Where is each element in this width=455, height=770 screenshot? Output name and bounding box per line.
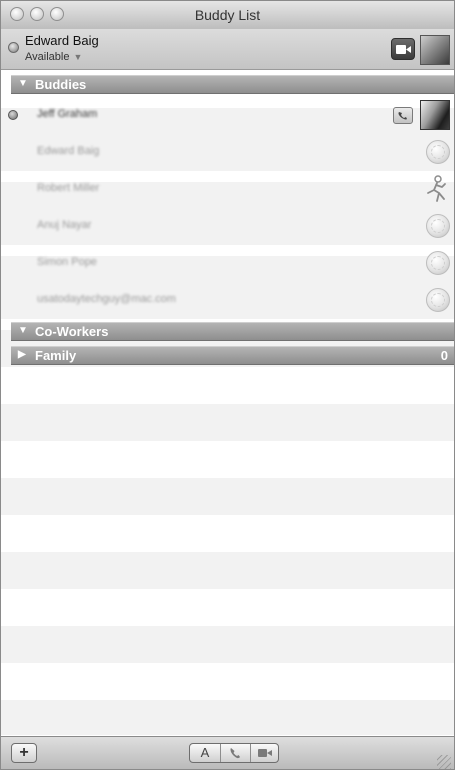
buddy-row[interactable]: Robert Miller bbox=[1, 171, 454, 208]
add-buddy-button[interactable]: + bbox=[11, 743, 37, 763]
group-header-family[interactable]: ▶ Family 0 bbox=[11, 346, 454, 365]
my-status-dot-icon bbox=[8, 42, 19, 53]
disclosure-triangle-closed-icon[interactable]: ▶ bbox=[18, 349, 26, 360]
video-camera-icon[interactable] bbox=[391, 38, 415, 60]
buddy-name: usatodaytechguy@mac.com bbox=[37, 293, 176, 305]
globe-buddy-icon bbox=[426, 288, 450, 312]
group-header-buddies[interactable]: ▼ Buddies bbox=[11, 75, 454, 94]
globe-buddy-icon bbox=[426, 214, 450, 238]
buddy-row[interactable]: usatodaytechguy@mac.com bbox=[1, 282, 454, 319]
globe-buddy-icon bbox=[426, 251, 450, 275]
title-bar[interactable]: Buddy List bbox=[1, 1, 454, 30]
group-name: Family bbox=[35, 348, 77, 363]
my-buddy-picture[interactable] bbox=[420, 35, 450, 65]
buddy-row[interactable]: Edward Baig bbox=[1, 134, 454, 171]
group-header-co-workers[interactable]: ▼ Co-Workers bbox=[11, 322, 454, 341]
buddy-list: ▼ Buddies Jeff Graham Edward Baig Robert… bbox=[1, 71, 454, 735]
buddy-name: Jeff Graham bbox=[37, 108, 98, 120]
resize-grip-icon[interactable] bbox=[437, 755, 451, 769]
my-name: Edward Baig bbox=[25, 33, 99, 48]
my-status-label: Available bbox=[25, 51, 70, 63]
window-title: Buddy List bbox=[194, 7, 261, 23]
text-chat-button[interactable]: A bbox=[190, 744, 221, 762]
phone-icon bbox=[230, 748, 240, 759]
group-name: Buddies bbox=[35, 77, 87, 92]
aim-running-man-icon bbox=[427, 175, 446, 202]
buddy-name: Edward Baig bbox=[37, 145, 100, 157]
video-camera-icon bbox=[258, 749, 272, 757]
status-dot-icon bbox=[8, 110, 18, 120]
buddy-row[interactable]: Anuj Nayar bbox=[1, 208, 454, 245]
globe-buddy-icon bbox=[426, 140, 450, 164]
disclosure-triangle-open-icon[interactable]: ▼ bbox=[18, 78, 28, 89]
buddy-name: Anuj Nayar bbox=[37, 219, 92, 231]
buddy-name: Robert Miller bbox=[37, 182, 100, 194]
video-chat-button[interactable] bbox=[250, 744, 280, 762]
chat-mode-segmented-control: A bbox=[189, 743, 279, 763]
my-status-panel: Edward Baig Available ▼ bbox=[1, 29, 454, 70]
buddy-list-window: Buddy List Edward Baig Available ▼ ▼ Budd… bbox=[0, 0, 455, 770]
buddy-picture bbox=[420, 100, 450, 130]
buddy-name: Simon Pope bbox=[37, 256, 97, 268]
audio-chat-button[interactable] bbox=[220, 744, 251, 762]
buddy-row[interactable]: Jeff Graham bbox=[1, 97, 454, 134]
buddy-row[interactable]: Simon Pope bbox=[1, 245, 454, 282]
disclosure-triangle-open-icon[interactable]: ▼ bbox=[18, 325, 28, 336]
bottom-toolbar: + A bbox=[1, 736, 454, 769]
phone-icon[interactable] bbox=[393, 107, 413, 124]
group-count: 0 bbox=[440, 348, 448, 363]
group-name: Co-Workers bbox=[35, 324, 109, 339]
chevron-down-icon: ▼ bbox=[73, 52, 83, 62]
my-status-menu[interactable]: Available ▼ bbox=[25, 51, 82, 63]
